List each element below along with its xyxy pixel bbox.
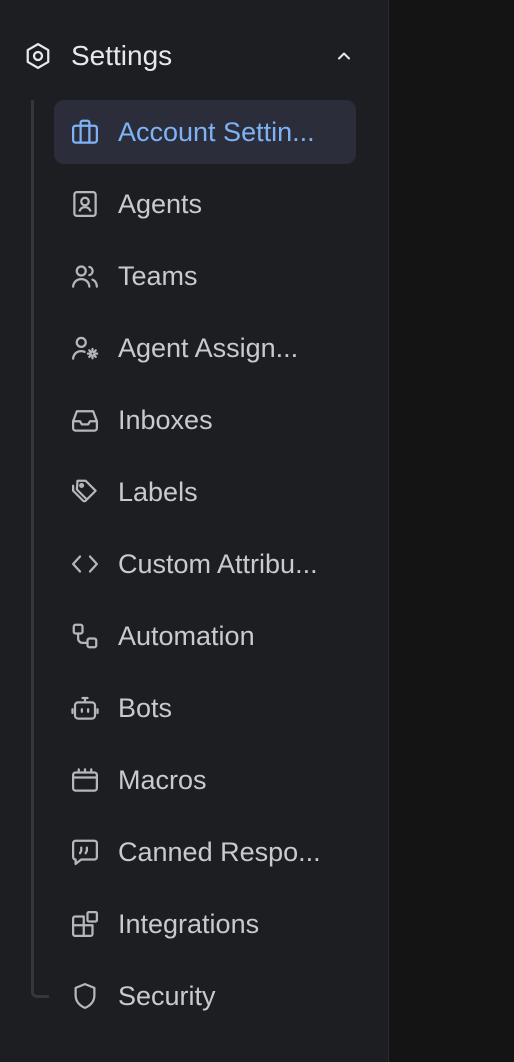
tag-icon: [70, 477, 100, 507]
sidebar-item-agents[interactable]: Agents: [54, 172, 356, 236]
sidebar-item-labels[interactable]: Labels: [54, 460, 356, 524]
sidebar-item-label: Canned Respo...: [118, 837, 321, 867]
settings-sidebar: Settings Account Settin... Agents Teams …: [0, 0, 389, 1062]
sidebar-item-agent-assignment[interactable]: Agent Assign...: [54, 316, 356, 380]
sidebar-item-label: Integrations: [118, 909, 260, 939]
sidebar-item-custom-attributes[interactable]: Custom Attribu...: [54, 532, 356, 596]
sidebar-item-security[interactable]: Security: [54, 964, 356, 1028]
bot-icon: [70, 693, 100, 723]
sidebar-item-teams[interactable]: Teams: [54, 244, 356, 308]
settings-section-title: Settings: [71, 40, 173, 71]
sidebar-item-bots[interactable]: Bots: [54, 676, 356, 740]
sidebar-item-integrations[interactable]: Integrations: [54, 892, 356, 956]
sidebar-item-label: Account Settin...: [118, 117, 315, 147]
sidebar-item-label: Security: [118, 981, 216, 1011]
contact-card-icon: [70, 189, 100, 219]
briefcase-icon: [70, 117, 100, 147]
main-content-area: [389, 0, 514, 1062]
shield-icon: [70, 981, 100, 1011]
sidebar-item-label: Macros: [118, 765, 207, 795]
settings-nav-list: Account Settin... Agents Teams Agent Ass…: [54, 100, 356, 1036]
sidebar-item-label: Bots: [118, 693, 173, 723]
sidebar-item-macros[interactable]: Macros: [54, 748, 356, 812]
sidebar-item-label: Agent Assign...: [118, 333, 299, 363]
sidebar-item-automation[interactable]: Automation: [54, 604, 356, 668]
sidebar-item-label: Agents: [118, 189, 203, 219]
sidebar-item-inboxes[interactable]: Inboxes: [54, 388, 356, 452]
chevron-up-icon[interactable]: [334, 46, 354, 66]
sidebar-item-canned-responses[interactable]: Canned Respo...: [54, 820, 356, 884]
blocks-icon: [70, 909, 100, 939]
workflow-icon: [70, 621, 100, 651]
sidebar-item-label: Automation: [118, 621, 255, 651]
sidebar-item-label: Custom Attribu...: [118, 549, 318, 579]
settings-section-toggle[interactable]: Settings: [0, 20, 388, 92]
hexagon-gear-icon: [23, 41, 53, 71]
quote-message-icon: [70, 837, 100, 867]
tree-guide-line: [31, 100, 49, 998]
code-icon: [70, 549, 100, 579]
user-settings-icon: [70, 333, 100, 363]
sidebar-item-label: Labels: [118, 477, 198, 507]
users-icon: [70, 261, 100, 291]
sidebar-item-label: Teams: [118, 261, 198, 291]
sidebar-item-account-settings[interactable]: Account Settin...: [54, 100, 356, 164]
macros-icon: [70, 765, 100, 795]
sidebar-item-label: Inboxes: [118, 405, 213, 435]
inbox-icon: [70, 405, 100, 435]
